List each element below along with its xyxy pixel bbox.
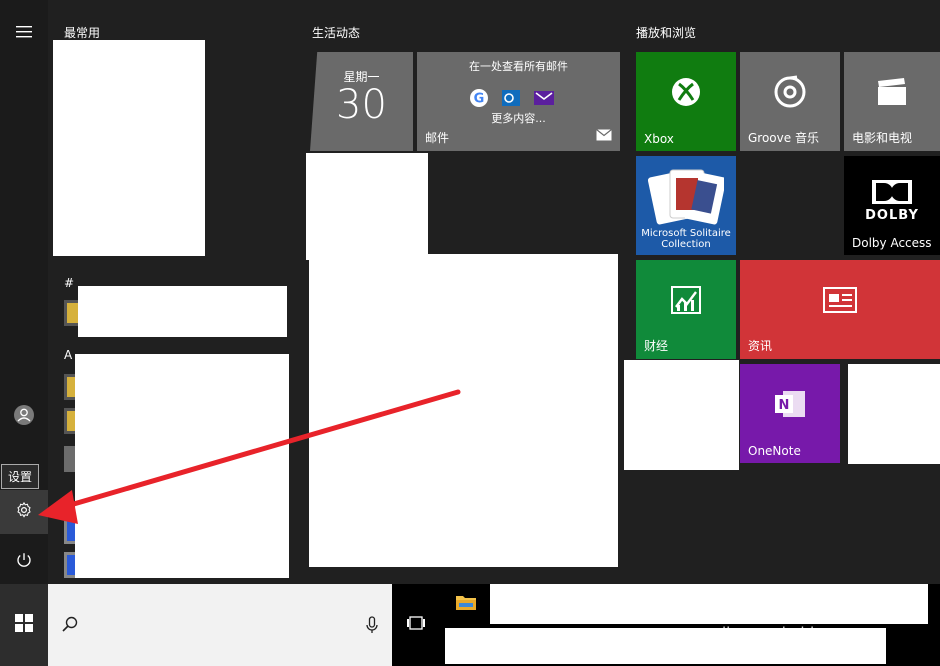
settings-tooltip: 设置 (1, 464, 40, 489)
annotation-arrow (38, 389, 461, 524)
start-menu: 设置 最常用 # A 生活动态 播放和浏览 星期一 30 在一处查看所有邮件 G (0, 0, 940, 666)
